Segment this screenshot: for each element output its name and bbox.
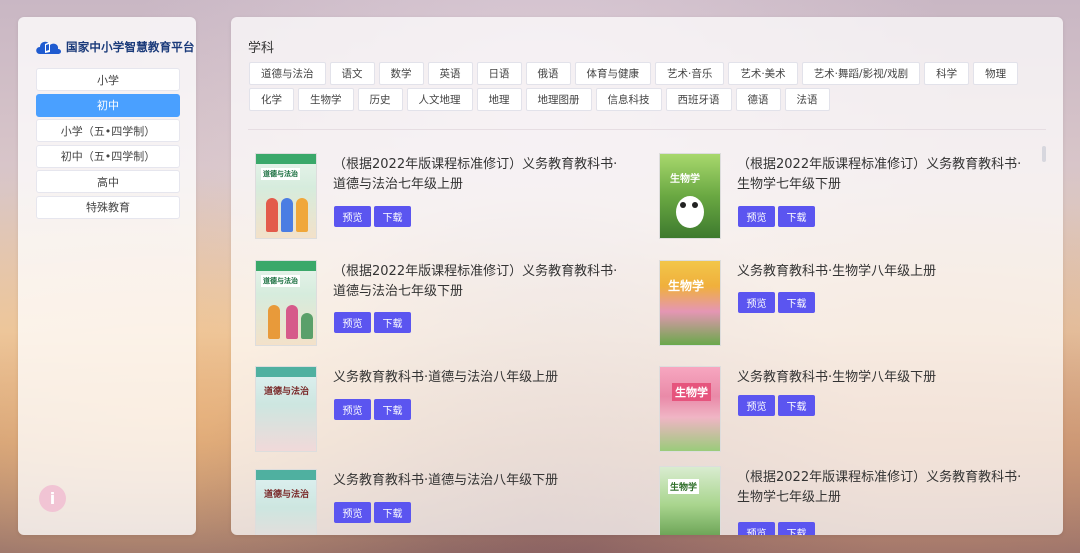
download-button[interactable]: 下载	[778, 395, 815, 416]
platform-logo[interactable]: 国家中小学智慧教育平台	[34, 35, 195, 59]
cover-title: 生物学	[670, 174, 700, 185]
subject-tag[interactable]: 历史	[357, 88, 403, 111]
subject-tag[interactable]: 体育与健康	[574, 62, 651, 85]
list-item[interactable]: 生物学 （根据2022年版课程标准修订）义务教育教科书·生物学七年级上册 预览 …	[659, 466, 1039, 535]
download-button[interactable]: 下载	[374, 206, 411, 227]
preview-button[interactable]: 预览	[334, 502, 371, 523]
book-title[interactable]: 义务教育教科书·道德与法治八年级下册	[333, 471, 623, 491]
list-item[interactable]: 生物学 义务教育教科书·生物学八年级上册 预览 下载	[659, 260, 1039, 350]
list-item[interactable]: 道德与法治 义务教育教科书·道德与法治八年级上册 预览 下载	[255, 366, 635, 456]
sidebar-item-junior[interactable]: 初中	[36, 93, 180, 117]
subject-tag[interactable]: 科学	[924, 62, 970, 85]
info-icon[interactable]: i	[39, 485, 66, 512]
subject-tag[interactable]: 地理	[476, 88, 522, 111]
download-button[interactable]: 下载	[778, 292, 815, 313]
subject-tag[interactable]: 道德与法治	[249, 62, 326, 85]
subject-tag[interactable]: 信息科技	[595, 88, 662, 111]
cover-title: 道德与法治	[264, 387, 310, 397]
preview-button[interactable]: 预览	[738, 292, 775, 313]
sidebar-item-label: 初中	[97, 99, 119, 113]
subject-tag[interactable]: 艺术·美术	[728, 62, 798, 85]
preview-button[interactable]: 预览	[738, 395, 775, 416]
download-button[interactable]: 下载	[374, 312, 411, 333]
cover-title: 道德与法治	[261, 168, 300, 180]
book-title[interactable]: （根据2022年版课程标准修订）义务教育教科书·生物学七年级下册	[737, 155, 1027, 195]
book-title[interactable]: （根据2022年版课程标准修订）义务教育教科书·道德与法治七年级上册	[333, 155, 623, 195]
sidebar-item-special[interactable]: 特殊教育	[36, 195, 180, 219]
subject-tag[interactable]: 日语	[476, 62, 522, 85]
sidebar-item-primary[interactable]: 小学	[36, 68, 180, 91]
preview-button[interactable]: 预览	[334, 312, 371, 333]
book-cover[interactable]: 生物学	[659, 153, 721, 239]
book-cover[interactable]: 道德与法治	[255, 366, 317, 452]
book-cover[interactable]: 生物学	[659, 366, 721, 452]
subject-tag[interactable]: 物理	[973, 62, 1019, 85]
sidebar: 国家中小学智慧教育平台 小学 初中 小学（五•四学制） 初中（五•四学制） 高中…	[18, 17, 196, 535]
textbook-list: 道德与法治 （根据2022年版课程标准修订）义务教育教科书·道德与法治七年级上册…	[231, 130, 1063, 535]
subject-tag[interactable]: 法语	[784, 88, 830, 111]
subject-filter-title: 学科	[248, 41, 275, 56]
stage-nav: 小学 初中 小学（五•四学制） 初中（五•四学制） 高中 特殊教育	[36, 68, 180, 222]
subject-tag[interactable]: 西班牙语	[665, 88, 732, 111]
sidebar-item-label: 小学（五•四学制）	[60, 124, 156, 138]
main-panel: 学科 道德与法治 语文 数学 英语 日语 俄语 体育与健康 艺术·音乐 艺术·美…	[231, 17, 1063, 535]
sidebar-item-primary-54[interactable]: 小学（五•四学制）	[36, 119, 180, 143]
cover-title: 道德与法治	[261, 275, 300, 287]
book-cover[interactable]: 道德与法治	[255, 153, 317, 239]
download-button[interactable]: 下载	[778, 206, 815, 227]
preview-button[interactable]: 预览	[334, 399, 371, 420]
sidebar-item-junior-54[interactable]: 初中（五•四学制）	[36, 144, 180, 168]
book-title[interactable]: 义务教育教科书·生物学八年级上册	[737, 262, 1027, 282]
preview-button[interactable]: 预览	[334, 206, 371, 227]
cover-title: 生物学	[672, 383, 711, 401]
subject-tag[interactable]: 人文地理	[406, 88, 473, 111]
list-item[interactable]: 道德与法治 （根据2022年版课程标准修订）义务教育教科书·道德与法治七年级上册…	[255, 153, 635, 243]
download-button[interactable]: 下载	[778, 522, 815, 535]
subject-tag[interactable]: 艺术·舞蹈/影视/戏剧	[801, 62, 921, 85]
subject-tag[interactable]: 数学	[378, 62, 424, 85]
sidebar-item-label: 特殊教育	[86, 201, 130, 215]
list-item[interactable]: 道德与法治 （根据2022年版课程标准修订）义务教育教科书·道德与法治七年级下册…	[255, 260, 635, 350]
subject-tag[interactable]: 俄语	[525, 62, 571, 85]
subject-tag[interactable]: 地理图册	[525, 88, 592, 111]
preview-button[interactable]: 预览	[738, 206, 775, 227]
list-item[interactable]: 生物学 （根据2022年版课程标准修订）义务教育教科书·生物学七年级下册 预览 …	[659, 153, 1039, 243]
book-title[interactable]: （根据2022年版课程标准修订）义务教育教科书·道德与法治七年级下册	[333, 262, 623, 302]
book-title[interactable]: 义务教育教科书·道德与法治八年级上册	[333, 368, 623, 388]
book-cover[interactable]: 道德与法治	[255, 469, 317, 535]
subject-tags: 道德与法治 语文 数学 英语 日语 俄语 体育与健康 艺术·音乐 艺术·美术 艺…	[249, 62, 1029, 111]
subject-tag[interactable]: 德语	[735, 88, 781, 111]
cover-title: 道德与法治	[264, 490, 310, 500]
sidebar-item-senior[interactable]: 高中	[36, 170, 180, 194]
sidebar-item-label: 小学	[97, 73, 119, 87]
book-cover[interactable]: 生物学	[659, 260, 721, 346]
platform-name: 国家中小学智慧教育平台	[66, 40, 195, 54]
list-item[interactable]: 道德与法治 义务教育教科书·道德与法治八年级下册 预览 下载	[255, 469, 635, 535]
download-button[interactable]: 下载	[374, 502, 411, 523]
subject-tag[interactable]: 化学	[249, 88, 294, 111]
sidebar-item-label: 高中	[97, 175, 119, 189]
book-title[interactable]: （根据2022年版课程标准修订）义务教育教科书·生物学七年级上册	[737, 468, 1027, 508]
list-item[interactable]: 生物学 义务教育教科书·生物学八年级下册 预览 下载	[659, 366, 1039, 456]
subject-tag[interactable]: 语文	[329, 62, 375, 85]
subject-tag[interactable]: 英语	[427, 62, 473, 85]
cover-title: 生物学	[668, 279, 705, 293]
subject-tag[interactable]: 艺术·音乐	[655, 62, 725, 85]
cloud-book-logo-icon	[34, 36, 62, 58]
book-cover[interactable]: 道德与法治	[255, 260, 317, 346]
download-button[interactable]: 下载	[374, 399, 411, 420]
book-title[interactable]: 义务教育教科书·生物学八年级下册	[737, 368, 1027, 388]
sidebar-item-label: 初中（五•四学制）	[60, 150, 156, 164]
book-cover[interactable]: 生物学	[659, 466, 721, 535]
cover-title: 生物学	[668, 479, 700, 494]
preview-button[interactable]: 预览	[738, 522, 775, 535]
subject-tag[interactable]: 生物学	[298, 88, 354, 111]
